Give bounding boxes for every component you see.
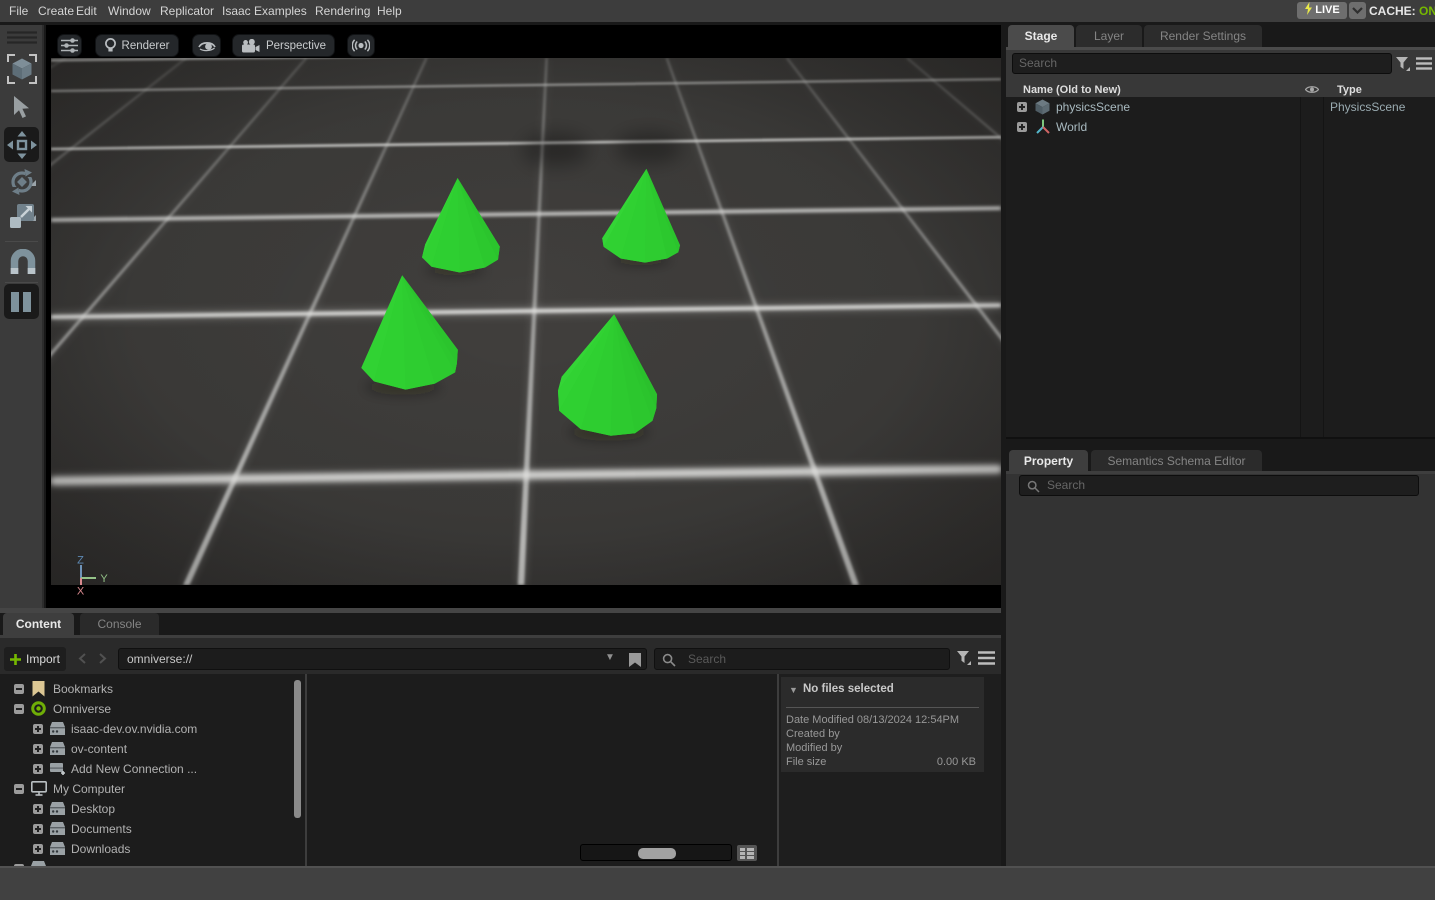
svg-text:Y: Y xyxy=(100,573,108,585)
svg-text:X: X xyxy=(77,586,85,598)
svg-text:Z: Z xyxy=(77,555,84,567)
